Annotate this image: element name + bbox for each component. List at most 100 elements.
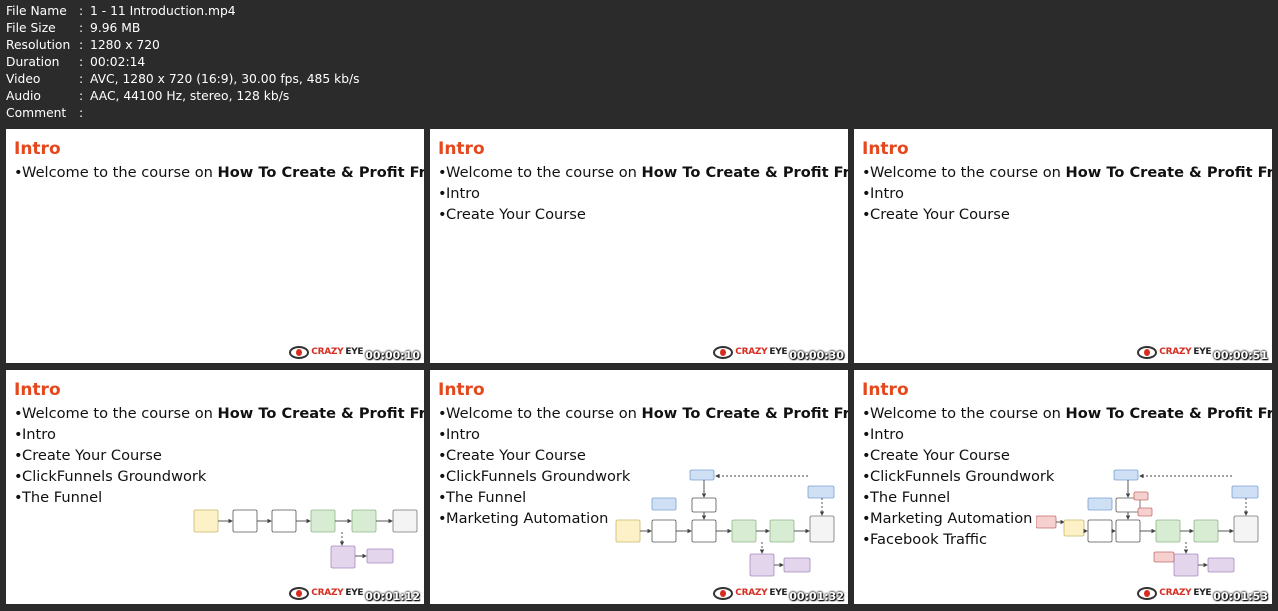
file-info-panel: File Name:1 - 11 Introduction.mp4 File Si…	[6, 3, 360, 122]
file-info-value: AVC, 1280 x 720 (16:9), 30.00 fps, 485 k…	[90, 72, 360, 86]
slide-bullet: Create Your Course	[438, 206, 841, 223]
video-thumbnail[interactable]: Intro Welcome to the course on How To Cre…	[6, 370, 424, 604]
membership-area-box	[783, 557, 811, 573]
retarget-tag-3	[1153, 551, 1175, 563]
file-info-row: Resolution:1280 x 720	[6, 37, 360, 54]
brand-logo: CRAZY EYE 00:00:51	[1137, 343, 1268, 362]
slide-bullet-list: Welcome to the course on How To Create &…	[14, 164, 424, 185]
funnel-diagram	[1036, 469, 1259, 577]
thumbnail-grid: Intro Welcome to the course on How To Cre…	[6, 129, 1274, 607]
membership-area-box	[366, 548, 394, 564]
file-info-value: 1 - 11 Introduction.mp4	[90, 4, 236, 18]
brand-logo: CRAZY EYE 00:01:32	[713, 584, 844, 603]
eye-icon	[1137, 587, 1158, 600]
slide-title: Intro	[438, 380, 485, 400]
sales-page-box	[1115, 519, 1141, 543]
slide-bullet: Create Your Course	[862, 206, 1265, 223]
tips-box	[691, 497, 717, 513]
slide-intro-bullet: Welcome to the course on How To Create &…	[862, 164, 1272, 181]
lead-magnet-box	[1087, 497, 1113, 511]
thumbnail-timestamp: 00:00:51	[1213, 349, 1268, 362]
eye-icon	[1137, 346, 1158, 359]
otc-box	[351, 509, 377, 533]
file-info-separator: :	[79, 38, 84, 52]
funnel-diagram	[615, 469, 835, 577]
retarget-tag-2	[1137, 507, 1153, 517]
brand-logo: CRAZY EYE 00:01:12	[289, 584, 420, 603]
brand-part-2: EYE	[1193, 588, 1212, 598]
customer-emails-box	[1231, 485, 1259, 499]
video-thumbnail[interactable]: Intro Welcome to the course on How To Cre…	[430, 129, 848, 363]
brand-part-1: CRAZY	[311, 588, 344, 598]
slide-bullet: Intro	[14, 426, 417, 443]
video-thumbnail[interactable]: Intro Welcome to the course on How To Cre…	[430, 370, 848, 604]
video-thumbnail[interactable]: Intro Welcome to the course on How To Cre…	[854, 129, 1272, 363]
sales-page-box	[271, 509, 297, 533]
brand-logo: CRAZY EYE 00:00:10	[289, 343, 420, 362]
video-thumbnail[interactable]: Intro Welcome to the course on How To Cre…	[6, 129, 424, 363]
squeeze-page-box	[193, 509, 219, 533]
file-info-separator: :	[79, 4, 84, 18]
slide-bullet: Intro	[438, 426, 841, 443]
thumbnail-timestamp: 00:01:32	[789, 590, 844, 603]
otc-box	[769, 519, 795, 543]
sales-page-box	[691, 519, 717, 543]
slide-bullet: Intro	[862, 426, 1265, 443]
file-info-key: Resolution	[6, 38, 71, 52]
brand-part-2: EYE	[769, 588, 788, 598]
lead-magnet-box	[651, 497, 677, 511]
order-form-box	[310, 509, 336, 533]
membership-area-box	[1207, 557, 1235, 573]
thumbnail-timestamp: 00:00:10	[365, 349, 420, 362]
slide-bullet: Intro	[862, 185, 1265, 202]
welcome-box	[651, 519, 677, 543]
slide-intro-bullet: Welcome to the course on How To Create &…	[14, 405, 424, 422]
membership-access-box	[1173, 553, 1199, 577]
file-info-value: 00:02:14	[90, 55, 146, 69]
file-info-row: File Name:1 - 11 Introduction.mp4	[6, 3, 360, 20]
brand-part-1: CRAZY	[1159, 588, 1192, 598]
file-info-key: Audio	[6, 89, 41, 103]
slide-title: Intro	[438, 139, 485, 159]
eye-icon	[713, 346, 734, 359]
slide-bullet: Create Your Course	[438, 447, 841, 464]
slide-title: Intro	[14, 139, 61, 159]
membership-access-box	[749, 553, 775, 577]
welcome-box	[232, 509, 258, 533]
file-info-separator: :	[79, 89, 84, 103]
customer-emails-box	[807, 485, 835, 499]
file-info-value: 9.96 MB	[90, 21, 141, 35]
retarget-tag-1	[1133, 491, 1149, 501]
order-confirmation-box	[1233, 515, 1259, 543]
file-info-key: File Size	[6, 21, 56, 35]
welcome-box	[1087, 519, 1113, 543]
slide-intro-bullet: Welcome to the course on How To Create &…	[862, 405, 1272, 422]
slide-title: Intro	[14, 380, 61, 400]
file-info-row: File Size:9.96 MB	[6, 20, 360, 37]
brand-part-1: CRAZY	[735, 347, 768, 357]
brand-logo: CRAZY EYE 00:01:53	[1137, 584, 1268, 603]
facebook-ad-box	[1036, 515, 1057, 529]
thumbnail-timestamp: 00:00:30	[789, 349, 844, 362]
file-info-separator: :	[79, 21, 84, 35]
slide-intro-bullet: Welcome to the course on How To Create &…	[438, 405, 848, 422]
file-info-row: Audio: AAC, 44100 Hz, stereo, 128 kb/s	[6, 88, 360, 105]
file-info-separator: :	[79, 55, 84, 69]
brand-logo: CRAZY EYE 00:00:30	[713, 343, 844, 362]
video-thumbnail[interactable]: Intro Welcome to the course on How To Cre…	[854, 370, 1272, 604]
brand-part-1: CRAZY	[735, 588, 768, 598]
file-info-row: Duration:00:02:14	[6, 54, 360, 71]
file-info-row: Video: AVC, 1280 x 720 (16:9), 30.00 fps,…	[6, 71, 360, 88]
order-confirmation-box	[809, 515, 835, 543]
squeeze-page-box	[1063, 519, 1085, 537]
slide-intro-bullet: Welcome to the course on How To Create &…	[14, 164, 424, 181]
brand-part-2: EYE	[345, 347, 364, 357]
eye-icon	[713, 587, 734, 600]
eye-icon	[289, 346, 310, 359]
file-info-key: Video	[6, 72, 41, 86]
brand-part-1: CRAZY	[1159, 347, 1192, 357]
slide-intro-bullet: Welcome to the course on How To Create &…	[438, 164, 848, 181]
slide-bullet-list: Welcome to the course on How To Create &…	[862, 164, 1272, 227]
file-info-separator: :	[79, 106, 84, 120]
file-info-row: Comment:	[6, 105, 360, 122]
